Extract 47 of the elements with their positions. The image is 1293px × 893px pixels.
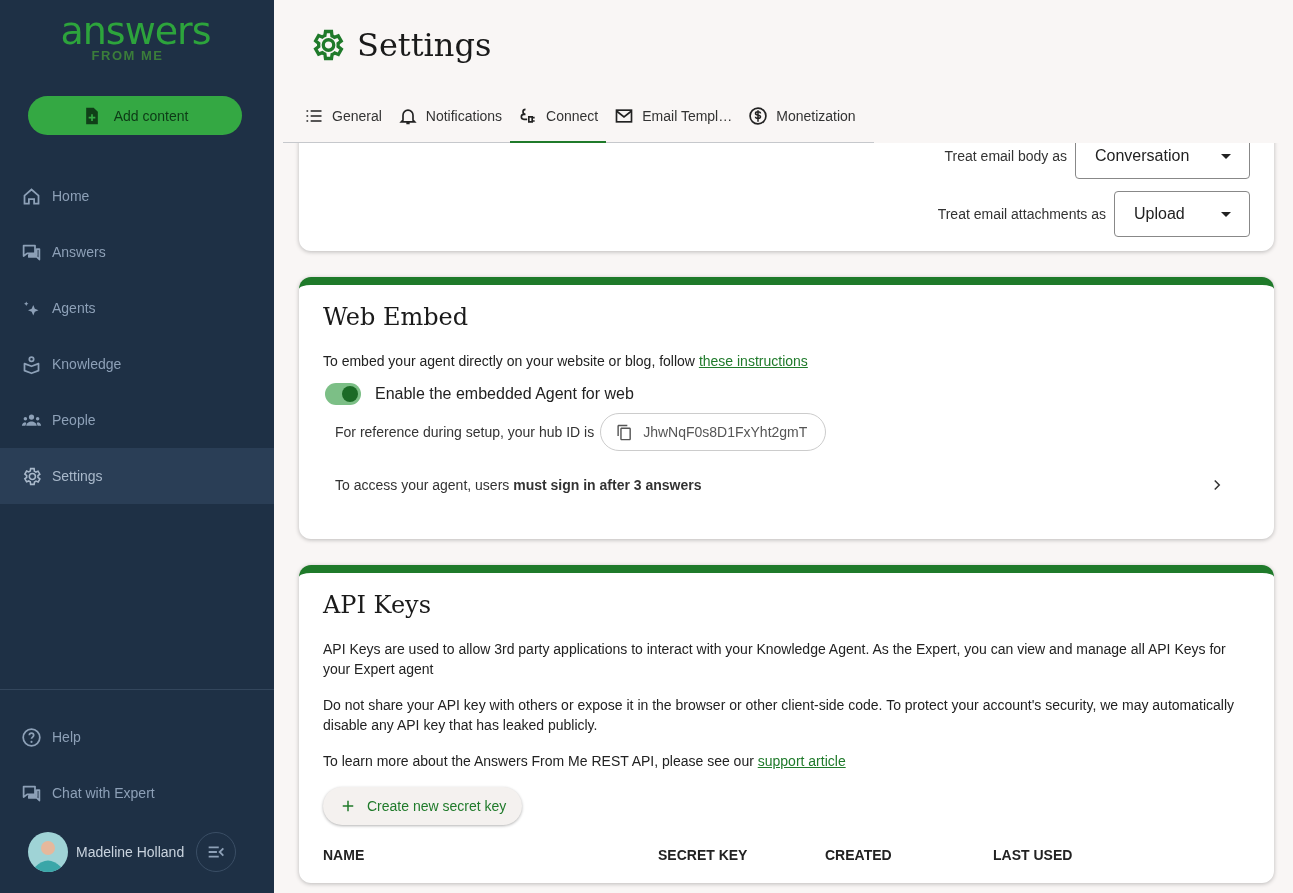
tab[interactable]: General (296, 90, 390, 143)
instructions-link[interactable]: these instructions (698, 353, 808, 369)
nav-item[interactable]: Knowledge (0, 336, 274, 392)
paragraph: API Keys are used to allow 3rd party applications to interact with your Knowledge Agent. As the Expert, you can view and manage all API Keys for your Expert agent (323, 640, 1227, 679)
field-label: Treat email body as (944, 148, 1067, 164)
create-key-button[interactable]: Create new secret key (323, 787, 523, 825)
toggle-switch[interactable] (325, 383, 361, 405)
select-field[interactable]: Conversation (1075, 143, 1250, 179)
tab[interactable]: Email Templ… (606, 90, 741, 143)
access-setting-row[interactable]: To access your agent, users must sign in after 3 answers (323, 451, 1250, 519)
caret-icon (1221, 153, 1231, 159)
section-title: API Keys (323, 591, 432, 619)
home-icon (21, 185, 42, 207)
paragraph: Do not share your API key with others or expose it in the browser or other client-side code. To protect your account's security, we may automatically disable any API key that has leaked publicly. (323, 696, 1236, 735)
column-header: LAST USED (993, 847, 1074, 863)
tab[interactable]: Notifications (389, 90, 511, 143)
help-icon (21, 726, 42, 748)
nav-item[interactable]: People (0, 392, 274, 448)
nav-item[interactable]: Home (0, 168, 274, 224)
user-name: Madeline Holland (76, 844, 185, 860)
column-header: SECRET KEY (658, 847, 749, 863)
column-header: NAME (323, 847, 366, 863)
select-field[interactable]: Upload (1114, 191, 1250, 237)
section-title: Web Embed (323, 303, 470, 331)
dollar-icon (748, 105, 769, 126)
column-header: CREATED (825, 847, 893, 863)
nav-item[interactable]: Settings (0, 448, 274, 504)
nav-item[interactable]: Help (0, 709, 274, 765)
intro-text: To embed your agent directly on your website or blog, follow these instructions (323, 352, 809, 371)
settings-icon (21, 465, 42, 487)
tab[interactable]: Monetization (740, 90, 864, 143)
book-person-icon (21, 353, 42, 375)
nav-item[interactable]: Chat with Expert (0, 765, 274, 821)
access-text: To access your agent, users must sign in after 3 answers (335, 477, 702, 493)
toggle-label: Enable the embedded Agent for web (375, 385, 634, 403)
hub-id-label: For reference during setup, your hub ID is (335, 424, 595, 440)
avatar-icon[interactable] (28, 832, 68, 872)
page-title: Settings (357, 26, 492, 64)
caret-icon (1221, 211, 1231, 217)
copy-icon (616, 423, 634, 441)
nav-item[interactable]: Agents (0, 280, 274, 336)
field-label: Treat email attachments as (937, 206, 1106, 222)
nav-item[interactable]: Answers (0, 224, 274, 280)
add-content-button[interactable]: Add content (28, 96, 242, 135)
support-link[interactable]: support article (757, 753, 846, 769)
support-text: To learn more about the Answers From Me REST API, please see our support article (323, 752, 847, 771)
logo: answers FROM ME (60, 8, 211, 62)
